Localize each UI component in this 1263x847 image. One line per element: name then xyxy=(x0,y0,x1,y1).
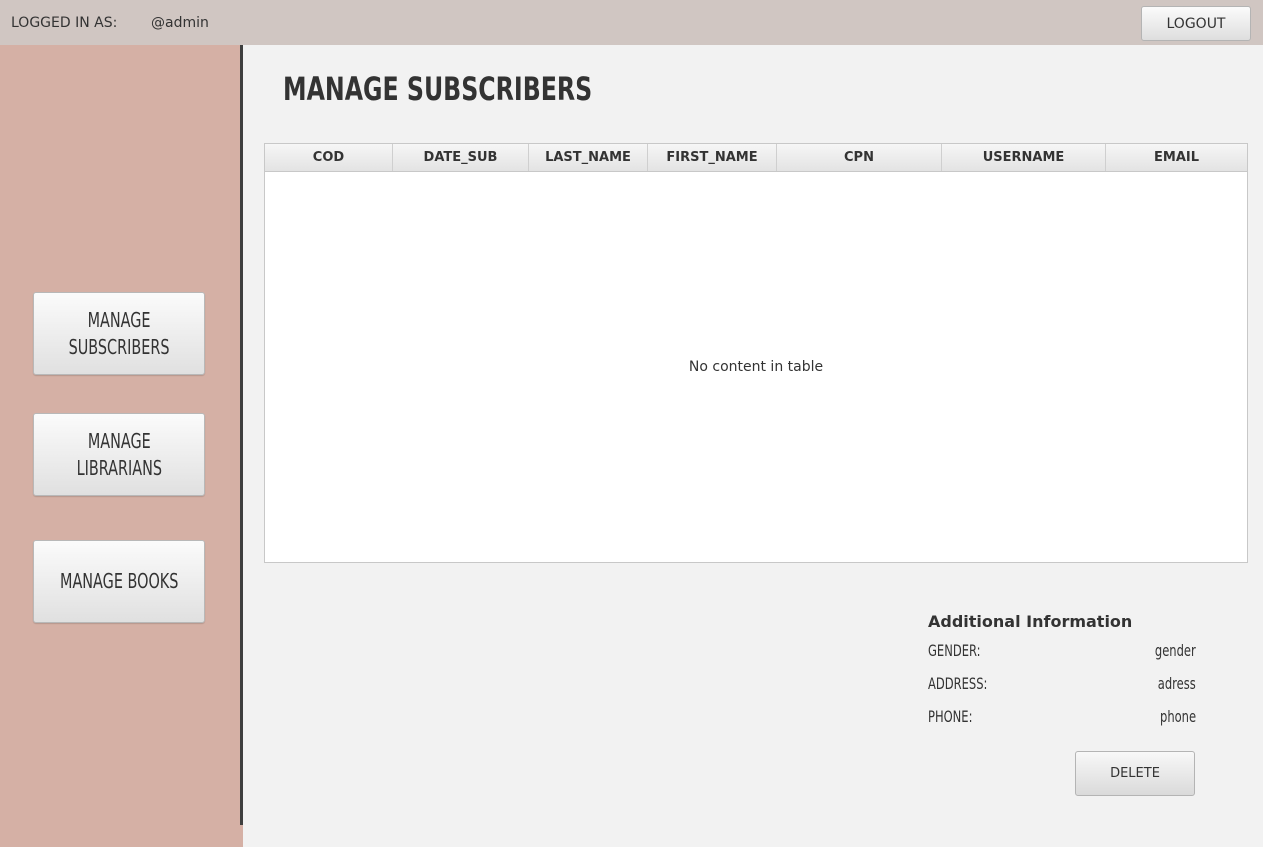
column-header-cod[interactable]: COD xyxy=(265,144,393,171)
delete-button[interactable]: DELETE xyxy=(1075,751,1195,796)
column-header-username[interactable]: USERNAME xyxy=(942,144,1106,171)
manage-books-label: MANAGE BOOKS xyxy=(59,569,179,593)
top-bar: LOGGED IN AS: @admin LOGOUT xyxy=(0,0,1263,45)
info-row-phone: PHONE: phone xyxy=(928,707,1196,729)
gender-label: GENDER: xyxy=(928,641,981,660)
manage-subscribers-button[interactable]: MANAGE SUBSCRIBERS xyxy=(33,292,205,375)
address-value: adress xyxy=(1158,674,1196,693)
table-header: COD DATE_SUB LAST_NAME FIRST_NAME CPN US… xyxy=(265,144,1247,172)
info-row-gender: GENDER: gender xyxy=(928,641,1196,663)
column-header-email[interactable]: EMAIL xyxy=(1106,144,1247,171)
logged-in-label: LOGGED IN AS: xyxy=(11,15,118,31)
additional-info-title: Additional Information xyxy=(928,612,1133,631)
column-header-date-sub[interactable]: DATE_SUB xyxy=(393,144,529,171)
manage-subscribers-label: MANAGE SUBSCRIBERS xyxy=(68,307,170,359)
phone-label: PHONE: xyxy=(928,707,973,726)
manage-librarians-label: MANAGE LIBRARIANS xyxy=(76,428,162,480)
address-label: ADDRESS: xyxy=(928,674,988,693)
column-header-cpn[interactable]: CPN xyxy=(777,144,942,171)
sidebar-divider xyxy=(240,45,243,825)
phone-value: phone xyxy=(1159,707,1196,726)
manage-librarians-button[interactable]: MANAGE LIBRARIANS xyxy=(33,413,205,496)
logout-button[interactable]: LOGOUT xyxy=(1141,6,1251,41)
subscribers-table[interactable]: COD DATE_SUB LAST_NAME FIRST_NAME CPN US… xyxy=(264,143,1248,563)
column-header-last-name[interactable]: LAST_NAME xyxy=(529,144,648,171)
table-empty-message: No content in table xyxy=(688,359,824,375)
page-title: MANAGE SUBSCRIBERS xyxy=(283,70,593,108)
gender-value: gender xyxy=(1155,641,1196,660)
info-row-address: ADDRESS: adress xyxy=(928,674,1196,696)
column-header-first-name[interactable]: FIRST_NAME xyxy=(648,144,777,171)
manage-books-button[interactable]: MANAGE BOOKS xyxy=(33,540,205,623)
current-username: @admin xyxy=(151,15,209,31)
